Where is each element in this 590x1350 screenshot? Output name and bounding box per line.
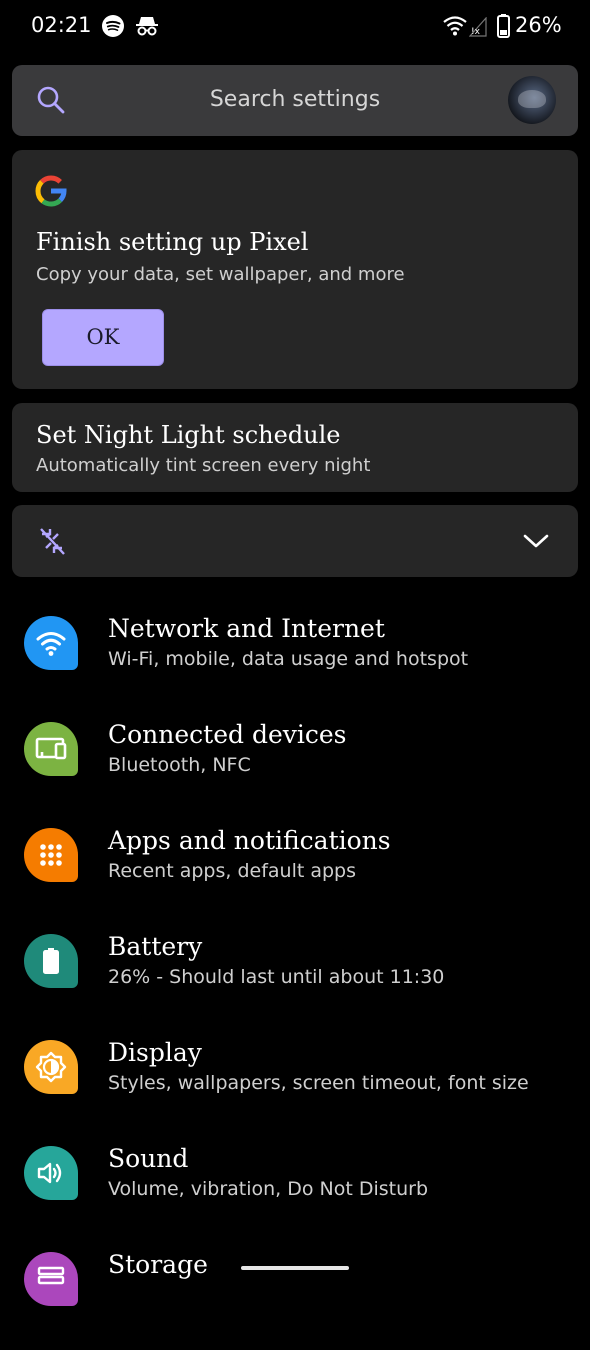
item-title: Battery: [108, 932, 203, 961]
item-subtitle: Volume, vibration, Do Not Disturb: [108, 1178, 429, 1200]
item-subtitle: Recent apps, default apps: [108, 860, 357, 882]
item-icon-bg: [24, 1146, 78, 1200]
sync-off-icon: [40, 528, 65, 555]
settings-item-battery[interactable]: Battery 26% - Should last until about 11…: [0, 932, 590, 1032]
night-light-subtitle: Automatically tint screen every night: [36, 455, 371, 476]
battery-icon: [497, 14, 510, 38]
status-bar: 02:21 !x 26%: [0, 0, 590, 54]
setup-suggestion-card: Finish setting up Pixel Copy your data, …: [12, 150, 578, 389]
status-time: 02:21: [31, 13, 92, 37]
spotify-icon: [102, 15, 124, 37]
brightness-icon: [35, 1051, 67, 1083]
wifi-icon: [443, 16, 467, 36]
settings-item-network[interactable]: Network and Internet Wi-Fi, mobile, data…: [0, 614, 590, 714]
search-bar[interactable]: Search settings: [12, 65, 578, 136]
night-light-suggestion-card[interactable]: Set Night Light schedule Automatically t…: [12, 403, 578, 492]
item-icon-bg: [24, 1040, 78, 1094]
item-subtitle: 26% - Should last until about 11:30: [108, 966, 445, 988]
item-icon-bg: [24, 1252, 78, 1306]
battery-percent: 26%: [515, 13, 562, 37]
setup-subtitle: Copy your data, set wallpaper, and more: [36, 264, 405, 285]
setup-title: Finish setting up Pixel: [36, 228, 309, 256]
item-subtitle: Wi-Fi, mobile, data usage and hotspot: [108, 648, 469, 670]
ok-button[interactable]: OK: [42, 309, 164, 366]
item-title: Apps and notifications: [108, 826, 391, 855]
battery-icon: [43, 948, 59, 974]
google-logo-icon: [35, 175, 67, 207]
item-icon-bg: [24, 722, 78, 776]
chevron-down-icon[interactable]: [522, 529, 550, 553]
incognito-icon: [136, 17, 158, 36]
settings-item-storage[interactable]: Storage: [0, 1250, 590, 1350]
signal-icon: !x: [469, 17, 487, 37]
settings-item-apps[interactable]: Apps and notifications Recent apps, defa…: [0, 826, 590, 926]
apps-grid-icon: [40, 844, 62, 866]
item-title: Sound: [108, 1144, 189, 1173]
item-subtitle: Bluetooth, NFC: [108, 754, 251, 776]
item-subtitle: Styles, wallpapers, screen timeout, font…: [108, 1072, 529, 1094]
item-title: Network and Internet: [108, 614, 385, 643]
search-input[interactable]: Search settings: [12, 87, 578, 112]
item-title: Storage: [108, 1250, 208, 1279]
settings-item-display[interactable]: Display Styles, wallpapers, screen timeo…: [0, 1038, 590, 1138]
svg-text:!x: !x: [471, 27, 481, 37]
item-icon-bg: [24, 616, 78, 670]
item-icon-bg: [24, 828, 78, 882]
settings-item-sound[interactable]: Sound Volume, vibration, Do Not Disturb: [0, 1144, 590, 1244]
avatar[interactable]: [508, 76, 556, 124]
storage-icon: [37, 1266, 65, 1285]
collapsed-suggestion-card[interactable]: [12, 505, 578, 577]
item-title: Connected devices: [108, 720, 347, 749]
gesture-nav-bar[interactable]: [241, 1266, 349, 1270]
wifi-icon: [36, 632, 66, 656]
night-light-title: Set Night Light schedule: [36, 421, 341, 449]
devices-icon: [35, 737, 67, 760]
volume-icon: [37, 1162, 62, 1184]
settings-item-connected-devices[interactable]: Connected devices Bluetooth, NFC: [0, 720, 590, 820]
item-icon-bg: [24, 934, 78, 988]
item-title: Display: [108, 1038, 202, 1067]
